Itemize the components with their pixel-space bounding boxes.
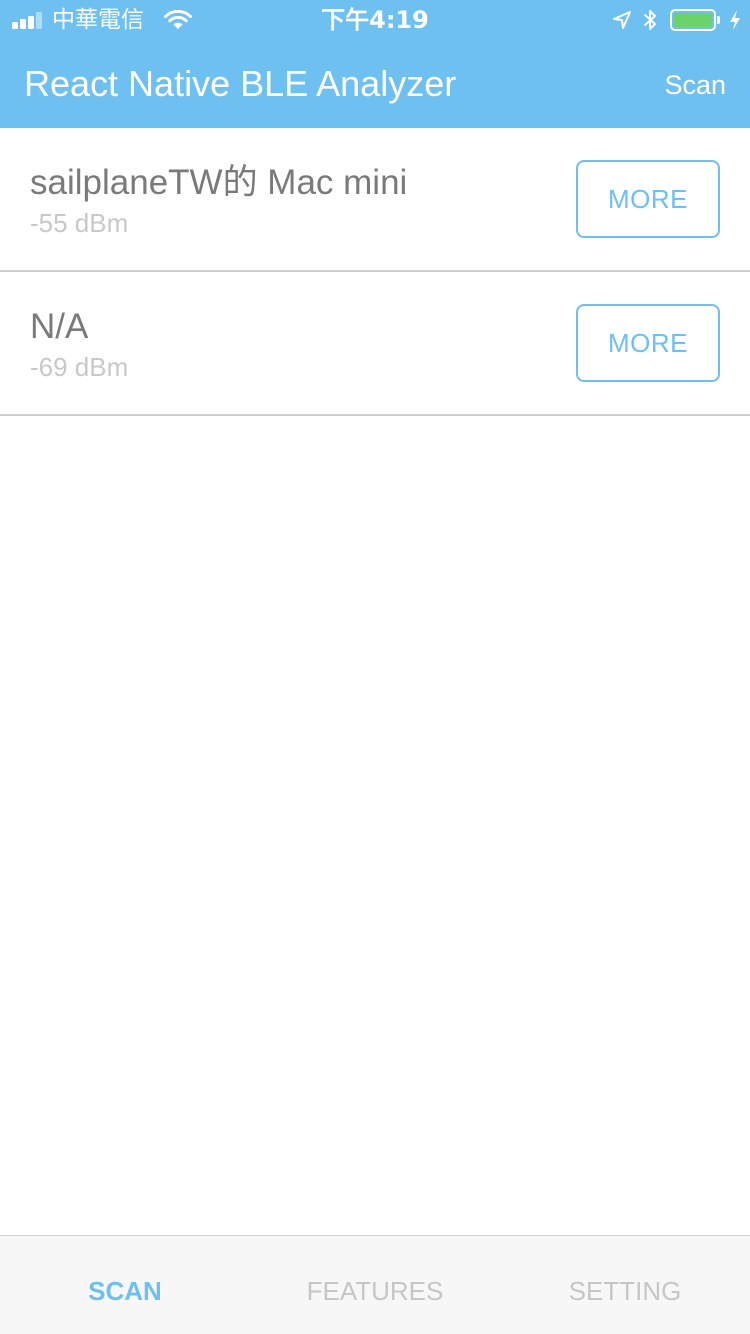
device-row: sailplaneTW的 Mac mini -55 dBm MORE [0, 128, 750, 272]
charging-icon [730, 10, 740, 30]
device-rssi: -69 dBm [30, 352, 129, 382]
tab-features[interactable]: FEATURES [250, 1236, 500, 1334]
device-name: N/A [30, 307, 89, 346]
status-time: 下午4:19 [321, 6, 429, 34]
device-list: sailplaneTW的 Mac mini -55 dBm MORE N/A -… [0, 128, 750, 416]
device-row: N/A -69 dBm MORE [0, 272, 750, 416]
more-button[interactable]: MORE [576, 160, 720, 238]
scan-button[interactable]: Scan [664, 68, 726, 102]
battery-icon [670, 9, 720, 31]
nav-bar: React Native BLE Analyzer Scan [0, 40, 750, 128]
device-rssi: -55 dBm [30, 208, 129, 238]
status-bar: 中華電信 下午4:19 [0, 0, 750, 40]
header: 中華電信 下午4:19 React Native BLE Analyzer Sc… [0, 0, 750, 128]
page-title: React Native BLE Analyzer [24, 63, 457, 104]
bluetooth-icon [644, 10, 656, 30]
device-name: sailplaneTW的 Mac mini [30, 163, 408, 202]
tab-scan[interactable]: SCAN [0, 1236, 250, 1334]
app-root: 中華電信 下午4:19 React Native BLE Analyzer Sc… [0, 0, 750, 1334]
more-button[interactable]: MORE [576, 304, 720, 382]
tab-setting[interactable]: SETTING [500, 1236, 750, 1334]
tab-bar: SCAN FEATURES SETTING [0, 1235, 750, 1334]
location-icon [613, 11, 631, 29]
